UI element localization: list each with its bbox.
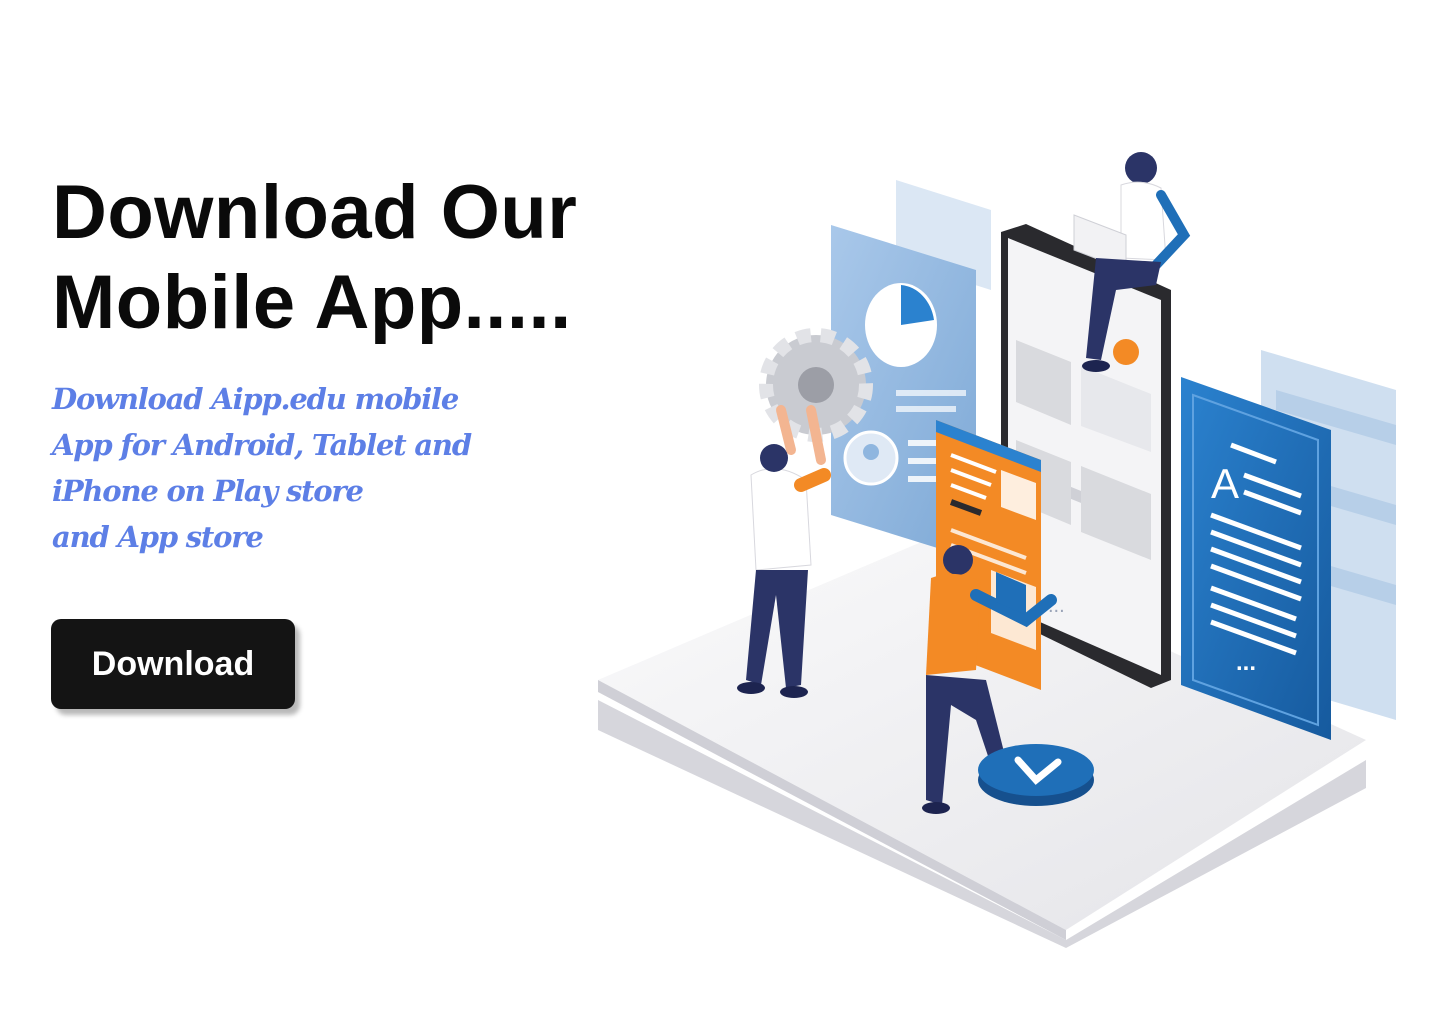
hero-title-line-2: Mobile App..... [52,260,572,345]
download-button[interactable]: Download [51,619,295,709]
hero-description-line-3: iPhone on Play store [52,474,364,508]
hero-description: Download Aipp.edu mobile App for Android… [52,376,472,560]
hero-description-line-2: App for Android, Tablet and [52,428,472,462]
document-dots: ... [1236,649,1256,676]
mobile-app-illustration: A ... ... [598,152,1396,948]
hero-title-line-1: Download Our [52,170,578,255]
document-panel: A ... [1181,377,1331,740]
hero-description-line-1: Download Aipp.edu mobile [52,382,459,416]
hero-description-line-4: and App store [52,520,264,554]
chevron-disc-icon [978,744,1094,806]
hero-title: Download Our Mobile App..... [52,168,652,348]
document-letter: A [1211,460,1239,507]
